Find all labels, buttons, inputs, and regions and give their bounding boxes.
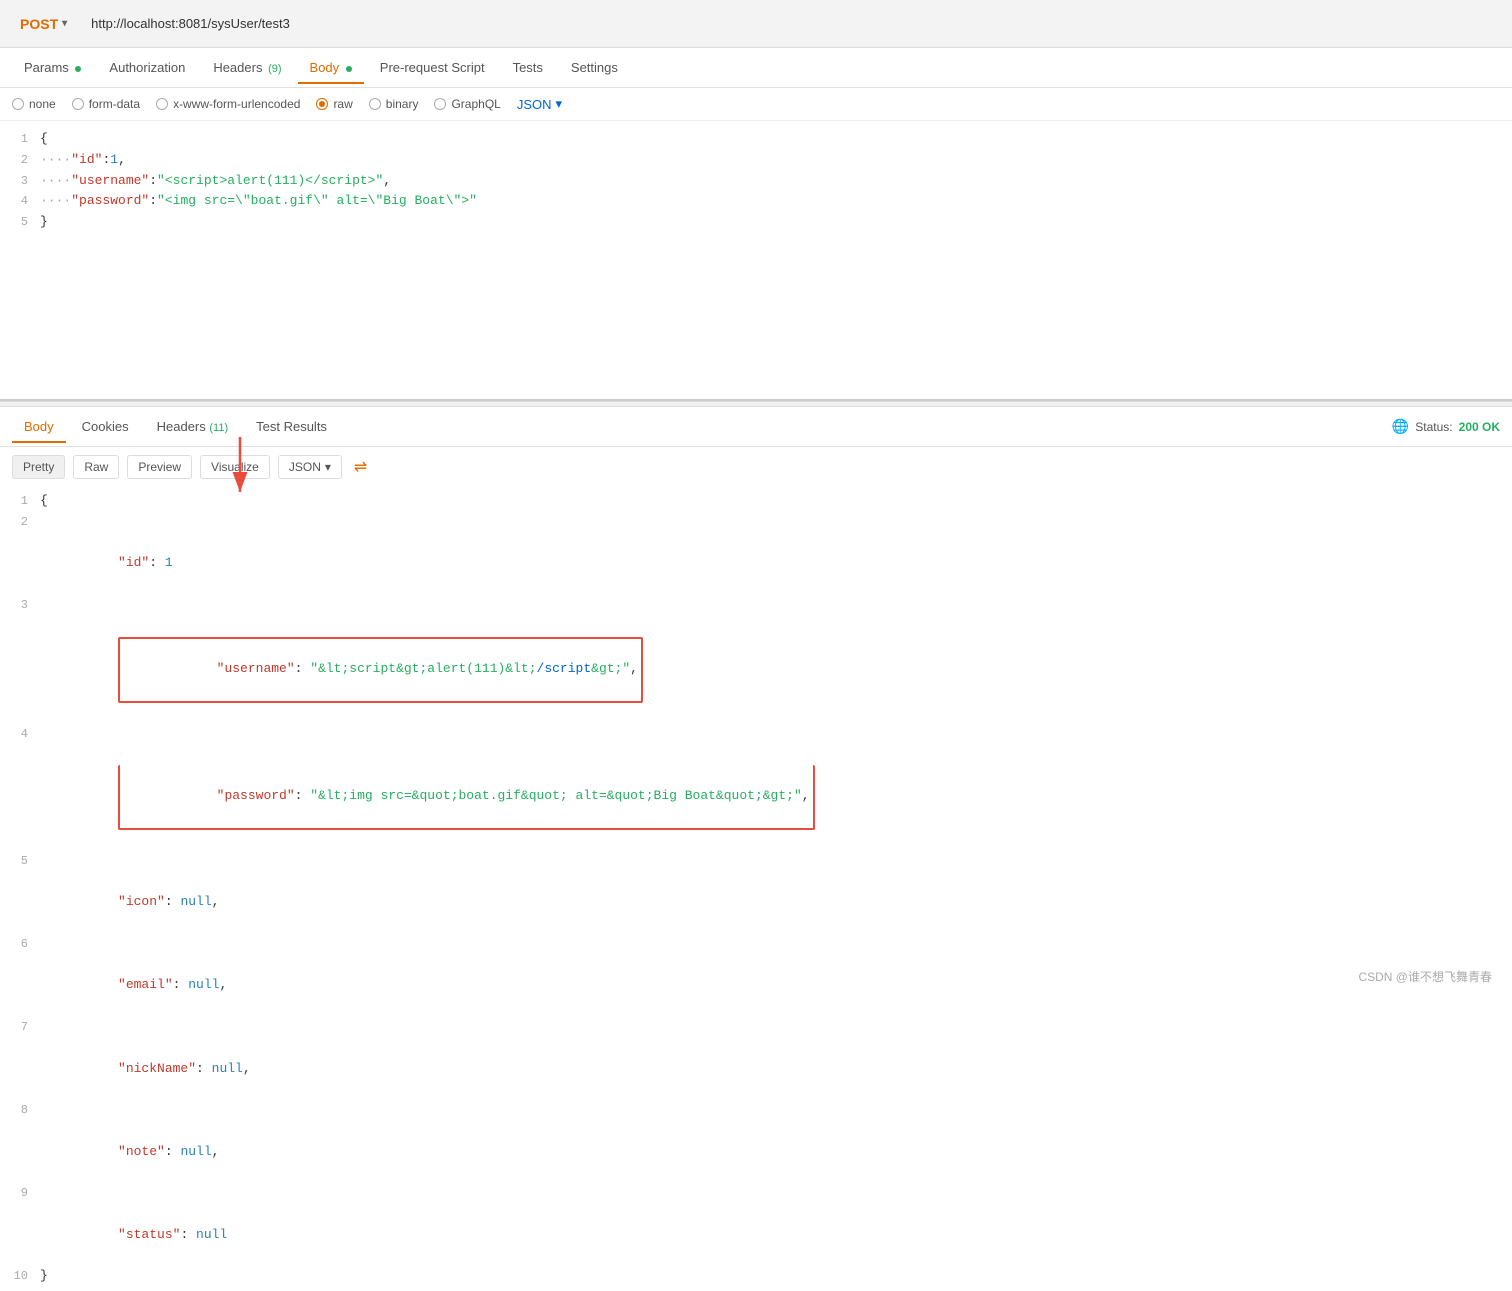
request-tab-bar: Params Authorization Headers (9) Body Pr… [0,48,1512,88]
radio-urlencoded[interactable]: x-www-form-urlencoded [156,97,300,111]
radio-circle-graphql [434,98,446,110]
radio-raw[interactable]: raw [316,97,352,111]
radio-circle-urlencoded [156,98,168,110]
resp-json-dropdown[interactable]: JSON ▾ [278,455,342,479]
resp-line-4: 4 "password": "&lt;img src=&quot;boat.gi… [0,724,1512,851]
resp-tab-cookies[interactable]: Cookies [70,411,141,442]
req-line-3: 3 ····"username":"<script>alert(111)</sc… [0,171,1512,192]
resp-line-2: 2 "id": 1 [0,512,1512,595]
radio-binary[interactable]: binary [369,97,419,111]
radio-circle-form-data [72,98,84,110]
tab-body[interactable]: Body [298,52,364,83]
radio-form-data[interactable]: form-data [72,97,140,111]
radio-circle-raw [316,98,328,110]
req-line-5: 5 } [0,212,1512,233]
method-select[interactable]: POST ▾ [12,12,75,36]
status-code: 200 OK [1459,420,1500,434]
req-line-4: 4 ····"password":"<img src=\"boat.gif\" … [0,191,1512,212]
resp-line-5: 5 "icon": null, [0,851,1512,934]
json-dropdown[interactable]: JSON ▾ [517,96,562,112]
radio-none[interactable]: none [12,97,56,111]
footer: CSDN @谁不想飞舞青春 [1358,968,1492,985]
tab-settings[interactable]: Settings [559,52,630,83]
resp-line-1: 1 { [0,491,1512,512]
resp-tab-test-results[interactable]: Test Results [244,411,339,442]
params-dot [75,66,81,72]
resp-line-6: 6 "email": null, [0,934,1512,1017]
tab-pre-request-script[interactable]: Pre-request Script [368,52,497,83]
response-tab-bar: Body Cookies Headers (11) Test Results 🌐… [0,407,1512,447]
resp-line-7: 7 "nickName": null, [0,1017,1512,1100]
format-raw[interactable]: Raw [73,455,119,479]
resp-code-block: 1 { 2 "id": 1 3 "username": "&lt;script&… [0,487,1512,1291]
resp-body-area: 1 { 2 "id": 1 3 "username": "&lt;script&… [0,487,1512,1291]
req-line-2: 2 ····"id":1, [0,150,1512,171]
globe-icon: 🌐 [1392,418,1409,435]
format-preview[interactable]: Preview [127,455,192,479]
body-type-bar: none form-data x-www-form-urlencoded raw… [0,88,1512,121]
radio-graphql[interactable]: GraphQL [434,97,500,111]
resp-line-8: 8 "note": null, [0,1100,1512,1183]
req-line-1: 1 { [0,129,1512,150]
resp-line-3: 3 "username": "&lt;script&gt;alert(111)&… [0,595,1512,724]
tab-headers[interactable]: Headers (9) [201,52,293,83]
url-input[interactable] [83,12,1500,35]
resp-tab-body[interactable]: Body [12,411,66,442]
format-visualize[interactable]: Visualize [200,455,270,479]
tab-tests[interactable]: Tests [501,52,555,83]
response-section: Body Cookies Headers (11) Test Results 🌐… [0,407,1512,1291]
tab-authorization[interactable]: Authorization [97,52,197,83]
radio-circle-none [12,98,24,110]
tab-params[interactable]: Params [12,52,93,83]
resp-format-bar: Pretty Raw Preview Visualize JSON ▾ ⇌ [0,447,1512,487]
method-label: POST [20,16,58,32]
resp-line-9: 9 "status": null [0,1183,1512,1266]
request-code-editor[interactable]: 1 { 2 ····"id":1, 3 ····"username":"<scr… [0,121,1512,401]
method-chevron: ▾ [62,18,67,29]
resp-line-10: 10 } [0,1266,1512,1287]
url-bar: POST ▾ [0,0,1512,48]
format-pretty[interactable]: Pretty [12,455,65,479]
resp-tab-headers[interactable]: Headers (11) [145,411,241,442]
radio-circle-binary [369,98,381,110]
body-dot [346,66,352,72]
status-bar: 🌐 Status: 200 OK [1392,418,1500,435]
wrap-icon[interactable]: ⇌ [354,457,367,477]
